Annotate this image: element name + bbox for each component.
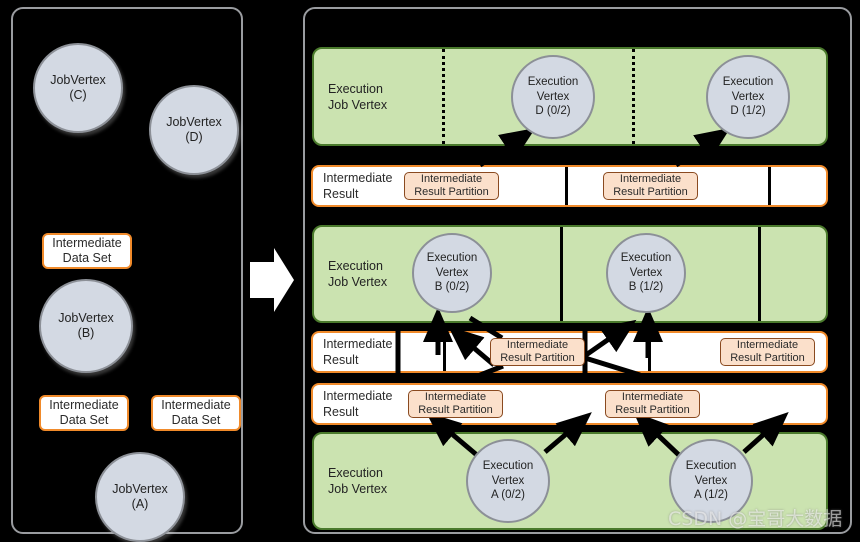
diagram-canvas: JobVertex (C) JobVertex (D) JobVertex (B) J…	[0, 0, 860, 542]
intermediate-result-partition: Intermediate Result Partition	[408, 390, 503, 418]
partition-divider	[565, 167, 568, 205]
partition-divider	[768, 167, 771, 205]
intermediate-data-set: Intermediate Data Set	[39, 395, 129, 431]
lane-divider	[632, 49, 635, 144]
intermediate-result-label: Intermediate Result	[323, 171, 393, 201]
partition-divider	[648, 333, 651, 371]
partition-divider	[443, 333, 446, 371]
intermediate-result-partition: Intermediate Result Partition	[605, 390, 700, 418]
intermediate-result-label: Intermediate Result	[323, 389, 393, 419]
intermediate-result-partition: Intermediate Result Partition	[603, 172, 698, 200]
transform-arrow-icon	[250, 248, 294, 312]
execution-vertex-a-0: Execution Vertex A (0/2)	[466, 439, 550, 523]
lane-divider	[758, 227, 761, 321]
job-vertex-b: JobVertex (B)	[39, 279, 133, 373]
intermediate-result-3: Intermediate Result	[311, 383, 828, 425]
intermediate-result-1: Intermediate Result	[311, 165, 828, 207]
execution-vertex-b-1: Execution Vertex B (1/2)	[606, 233, 686, 313]
intermediate-result-label: Intermediate Result	[323, 337, 393, 367]
execution-job-vertex-label: Execution Job Vertex	[328, 81, 388, 112]
intermediate-data-set: Intermediate Data Set	[42, 233, 132, 269]
job-vertex-d: JobVertex (D)	[149, 85, 239, 175]
intermediate-result-partition: Intermediate Result Partition	[490, 338, 585, 366]
job-vertex-c: JobVertex (C)	[33, 43, 123, 133]
execution-job-vertex-b: Execution Job Vertex	[312, 225, 828, 323]
execution-vertex-d-1: Execution Vertex D (1/2)	[706, 55, 790, 139]
intermediate-result-partition: Intermediate Result Partition	[720, 338, 815, 366]
lane-divider	[442, 49, 445, 144]
execution-vertex-b-0: Execution Vertex B (0/2)	[412, 233, 492, 313]
execution-job-vertex-label: Execution Job Vertex	[328, 259, 388, 289]
intermediate-result-partition: Intermediate Result Partition	[404, 172, 499, 200]
execution-vertex-d-0: Execution Vertex D (0/2)	[511, 55, 595, 139]
job-vertex-a: JobVertex (A)	[95, 452, 185, 542]
job-graph-panel: JobVertex (C) JobVertex (D) JobVertex (B) J…	[11, 7, 243, 542]
intermediate-data-set: Intermediate Data Set	[151, 395, 241, 431]
watermark: CSDN @宝哥大数据	[668, 508, 843, 530]
execution-job-vertex-label: Execution Job Vertex	[328, 466, 388, 496]
lane-divider	[560, 227, 563, 321]
